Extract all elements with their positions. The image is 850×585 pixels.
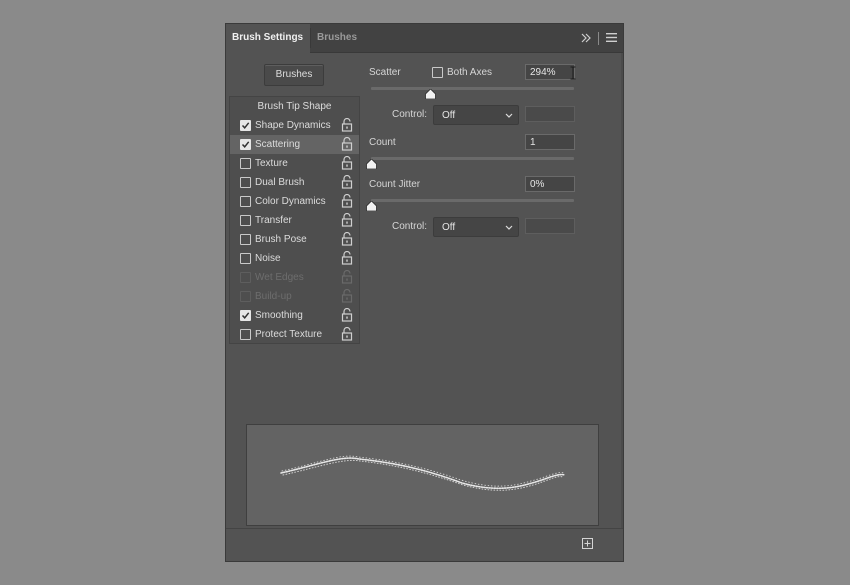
brushes-button[interactable]: Brushes [264,64,324,86]
count-jitter-control-select[interactable]: Off [433,217,519,237]
scatter-control-label: Control: [392,109,428,120]
padlock-open-icon[interactable] [341,156,353,170]
scatter-control-value: Off [442,110,456,121]
option-transfer[interactable]: Transfer [230,211,359,230]
brush-tip-shape-label: Brush Tip Shape [257,101,332,112]
scatter-slider-thumb[interactable] [425,89,437,99]
header-divider [598,32,599,45]
option-label: Protect Texture [255,329,323,340]
count-jitter-slider-thumb[interactable] [365,201,377,211]
count-slider-thumb[interactable] [365,159,377,169]
brush-stroke-preview-image [280,455,566,491]
text-cursor-icon [570,66,576,80]
hamburger-menu-icon[interactable] [606,32,617,43]
scatter-value-field[interactable]: 294% [525,64,575,80]
padlock-open-icon[interactable] [341,118,353,132]
option-smoothing[interactable]: Smoothing [230,306,359,325]
count-jitter-slider-track[interactable] [371,199,574,202]
option-label: Noise [255,253,281,264]
padlock-open-icon[interactable] [341,213,353,227]
option-checkbox[interactable] [240,196,251,207]
option-checkbox [240,291,251,302]
panel-tab-bar: Brush Settings Brushes [226,24,623,53]
padlock-open-icon[interactable] [341,194,353,208]
chevron-down-icon [505,113,513,118]
scatter-control-select[interactable]: Off [433,105,519,125]
padlock-open-icon[interactable] [341,289,353,303]
option-checkbox [240,272,251,283]
option-checkbox[interactable] [240,215,251,226]
option-scattering[interactable]: Scattering [230,135,359,154]
padlock-open-icon[interactable] [341,251,353,265]
option-label: Wet Edges [255,272,304,283]
option-checkbox[interactable] [240,310,251,321]
padlock-open-icon[interactable] [341,270,353,284]
option-checkbox[interactable] [240,329,251,340]
option-checkbox[interactable] [240,120,251,131]
brush-options-list: Brush Tip Shape Shape Dynamics Scattering… [229,96,360,344]
tab-brush-settings[interactable]: Brush Settings [226,24,310,53]
option-build-up: Build-up [230,287,359,306]
brush-settings-panel: Brush Settings Brushes Brushes Brush Tip… [226,24,623,561]
count-slider-track[interactable] [371,157,574,160]
option-wet-edges: Wet Edges [230,268,359,287]
scatter-slider-track[interactable] [371,87,574,90]
count-label: Count [369,137,396,148]
chevron-down-icon [505,225,513,230]
option-dual-brush[interactable]: Dual Brush [230,173,359,192]
count-jitter-value-field[interactable]: 0% [525,176,575,192]
scatter-label: Scatter [369,67,401,78]
both-axes-label: Both Axes [447,67,493,78]
option-label: Dual Brush [255,177,305,188]
option-brush-pose[interactable]: Brush Pose [230,230,359,249]
count-jitter-control-label: Control: [392,221,428,232]
padlock-open-icon[interactable] [341,175,353,189]
option-label: Transfer [255,215,292,226]
both-axes-checkbox[interactable] [432,67,443,78]
option-checkbox[interactable] [240,158,251,169]
option-label: Scattering [255,139,301,150]
option-checkbox[interactable] [240,177,251,188]
scatter-control-extra-field [525,106,575,122]
panel-scrollbar[interactable] [621,53,623,553]
option-noise[interactable]: Noise [230,249,359,268]
create-new-brush-icon[interactable] [582,538,593,549]
padlock-open-icon[interactable] [341,327,353,341]
option-label: Build-up [255,291,292,302]
option-label: Texture [255,158,288,169]
option-label: Color Dynamics [255,196,326,207]
option-checkbox[interactable] [240,253,251,264]
brush-stroke-preview [246,424,599,526]
padlock-open-icon[interactable] [341,308,353,322]
option-label: Smoothing [255,310,303,321]
count-value-field[interactable]: 1 [525,134,575,150]
option-label: Brush Pose [255,234,307,245]
option-label: Shape Dynamics [255,120,331,131]
brush-tip-shape-item[interactable]: Brush Tip Shape [230,97,359,116]
tab-brushes[interactable]: Brushes [311,24,363,52]
padlock-open-icon[interactable] [341,232,353,246]
double-chevron-right-icon[interactable] [579,31,593,45]
count-jitter-control-value: Off [442,222,456,233]
option-shape-dynamics[interactable]: Shape Dynamics [230,116,359,135]
panel-bottom-bar [226,528,623,561]
option-checkbox[interactable] [240,234,251,245]
count-jitter-control-extra-field [525,218,575,234]
option-texture[interactable]: Texture [230,154,359,173]
padlock-open-icon[interactable] [341,137,353,151]
option-checkbox[interactable] [240,139,251,150]
option-color-dynamics[interactable]: Color Dynamics [230,192,359,211]
option-protect-texture[interactable]: Protect Texture [230,325,359,344]
count-jitter-label: Count Jitter [369,179,421,190]
